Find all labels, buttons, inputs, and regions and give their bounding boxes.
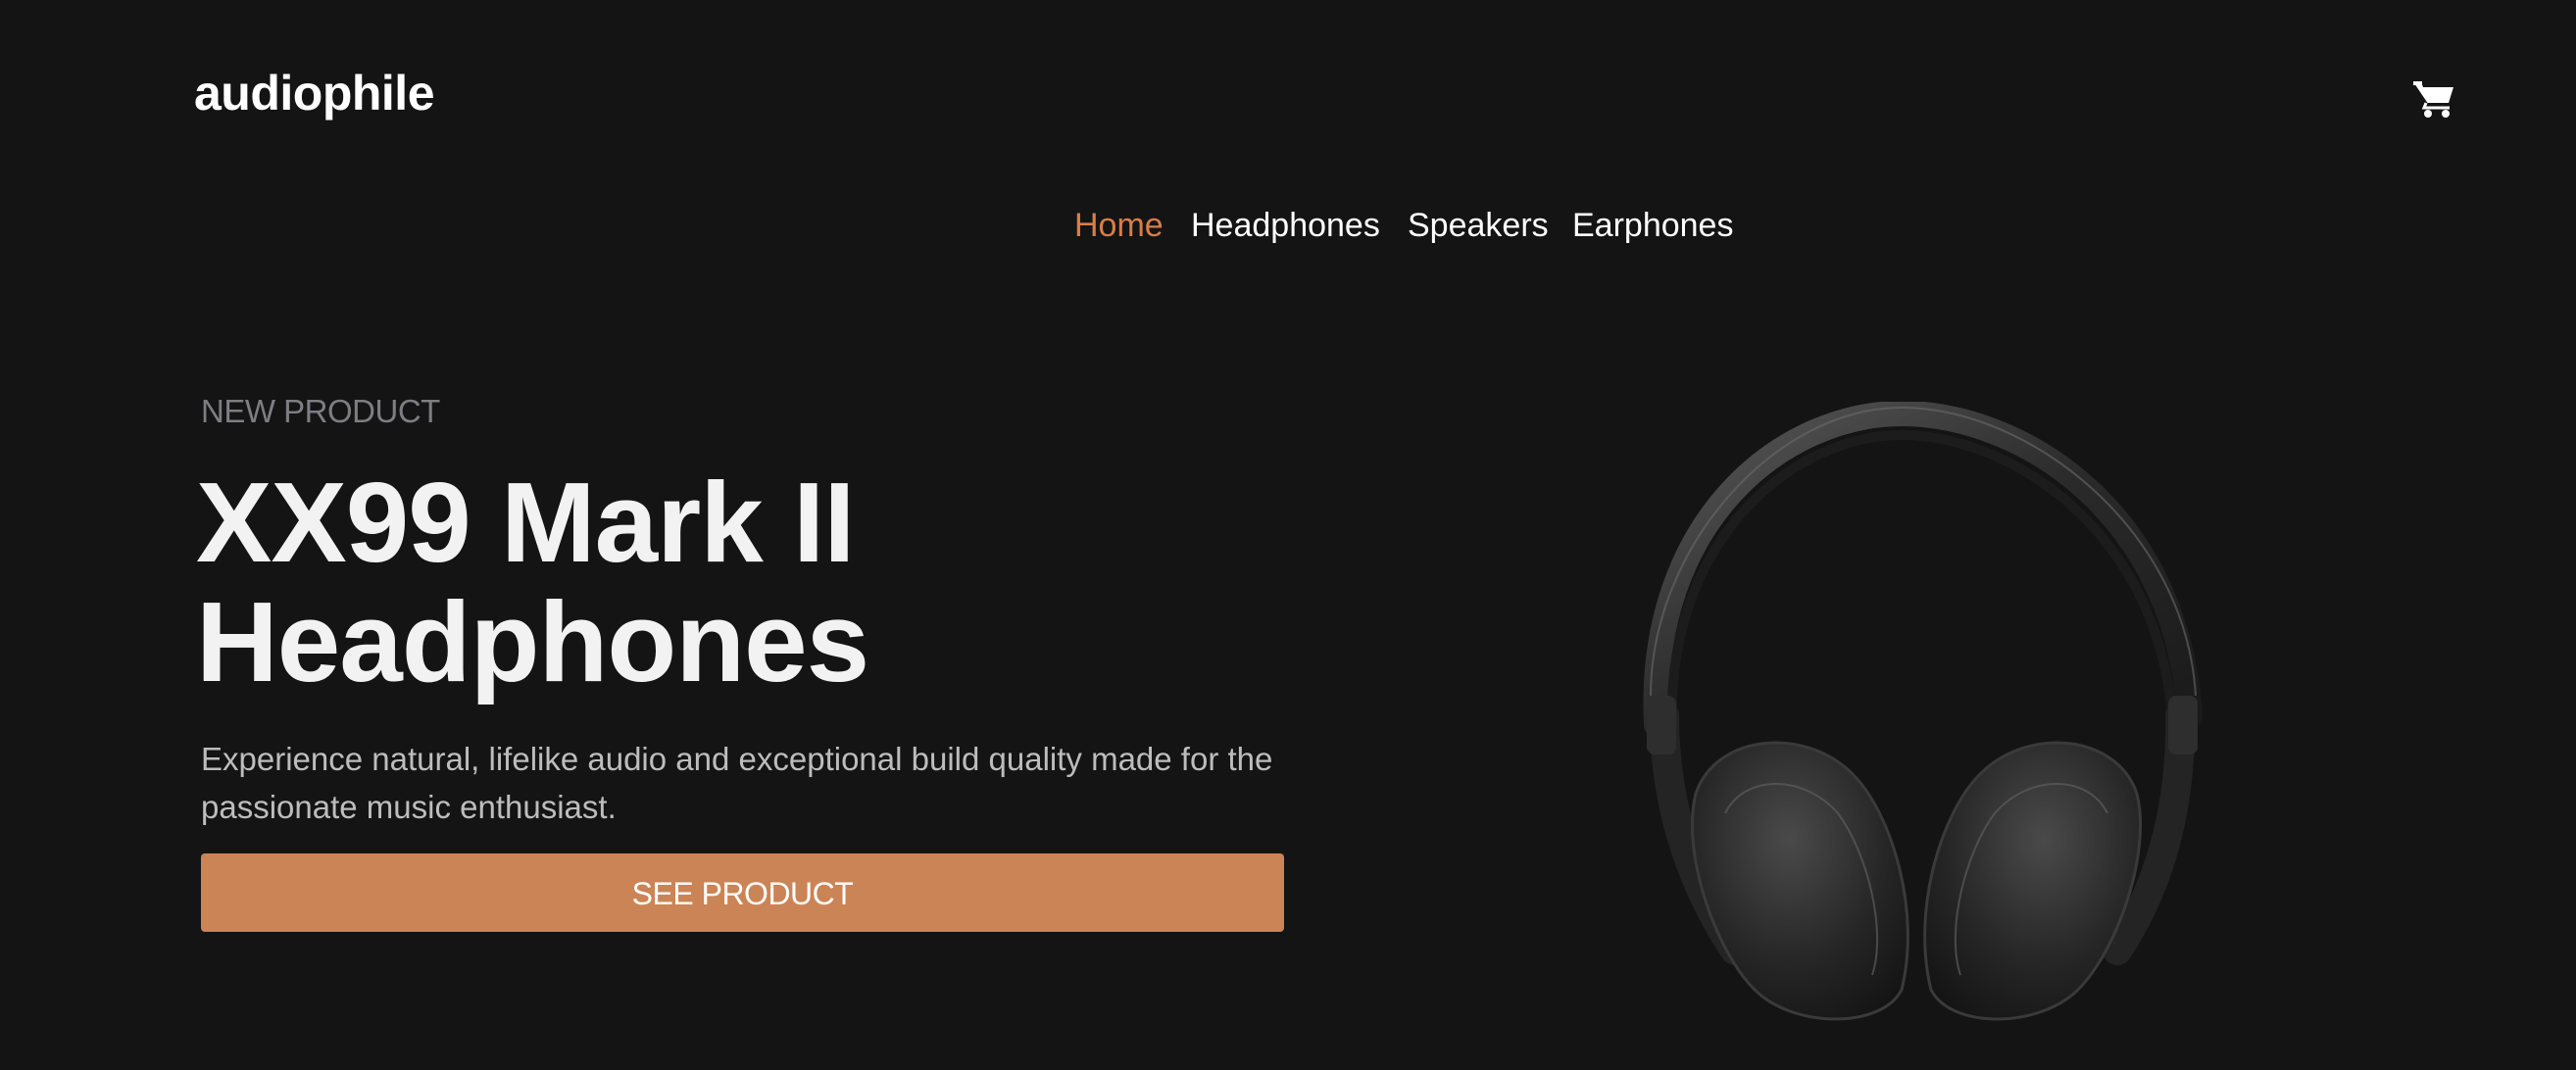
nav-speakers[interactable]: Speakers (1408, 204, 1549, 247)
cart-button[interactable] (2413, 80, 2456, 120)
nav-headphones[interactable]: Headphones (1191, 204, 1380, 247)
hero-title-line2: Headphones (196, 578, 869, 705)
main-nav: Home Headphones Speakers Earphones (0, 204, 2576, 247)
nav-home[interactable]: Home (1074, 204, 1164, 247)
nav-earphones[interactable]: Earphones (1572, 204, 1733, 247)
logo[interactable]: audiophile (194, 69, 435, 118)
headphones-product-image (1643, 402, 2203, 1021)
hero-title: XX99 Mark II Headphones (196, 462, 1274, 702)
hero-eyebrow: NEW PRODUCT (201, 393, 440, 429)
page: audiophile Home Headphones Speakers Earp… (0, 0, 2576, 1070)
hero-description: Experience natural, lifelike audio and e… (201, 741, 1273, 825)
shopping-cart-icon (2413, 81, 2453, 118)
hero-title-line1: XX99 Mark II (196, 459, 855, 586)
see-product-button[interactable]: SEE PRODUCT (201, 853, 1284, 932)
